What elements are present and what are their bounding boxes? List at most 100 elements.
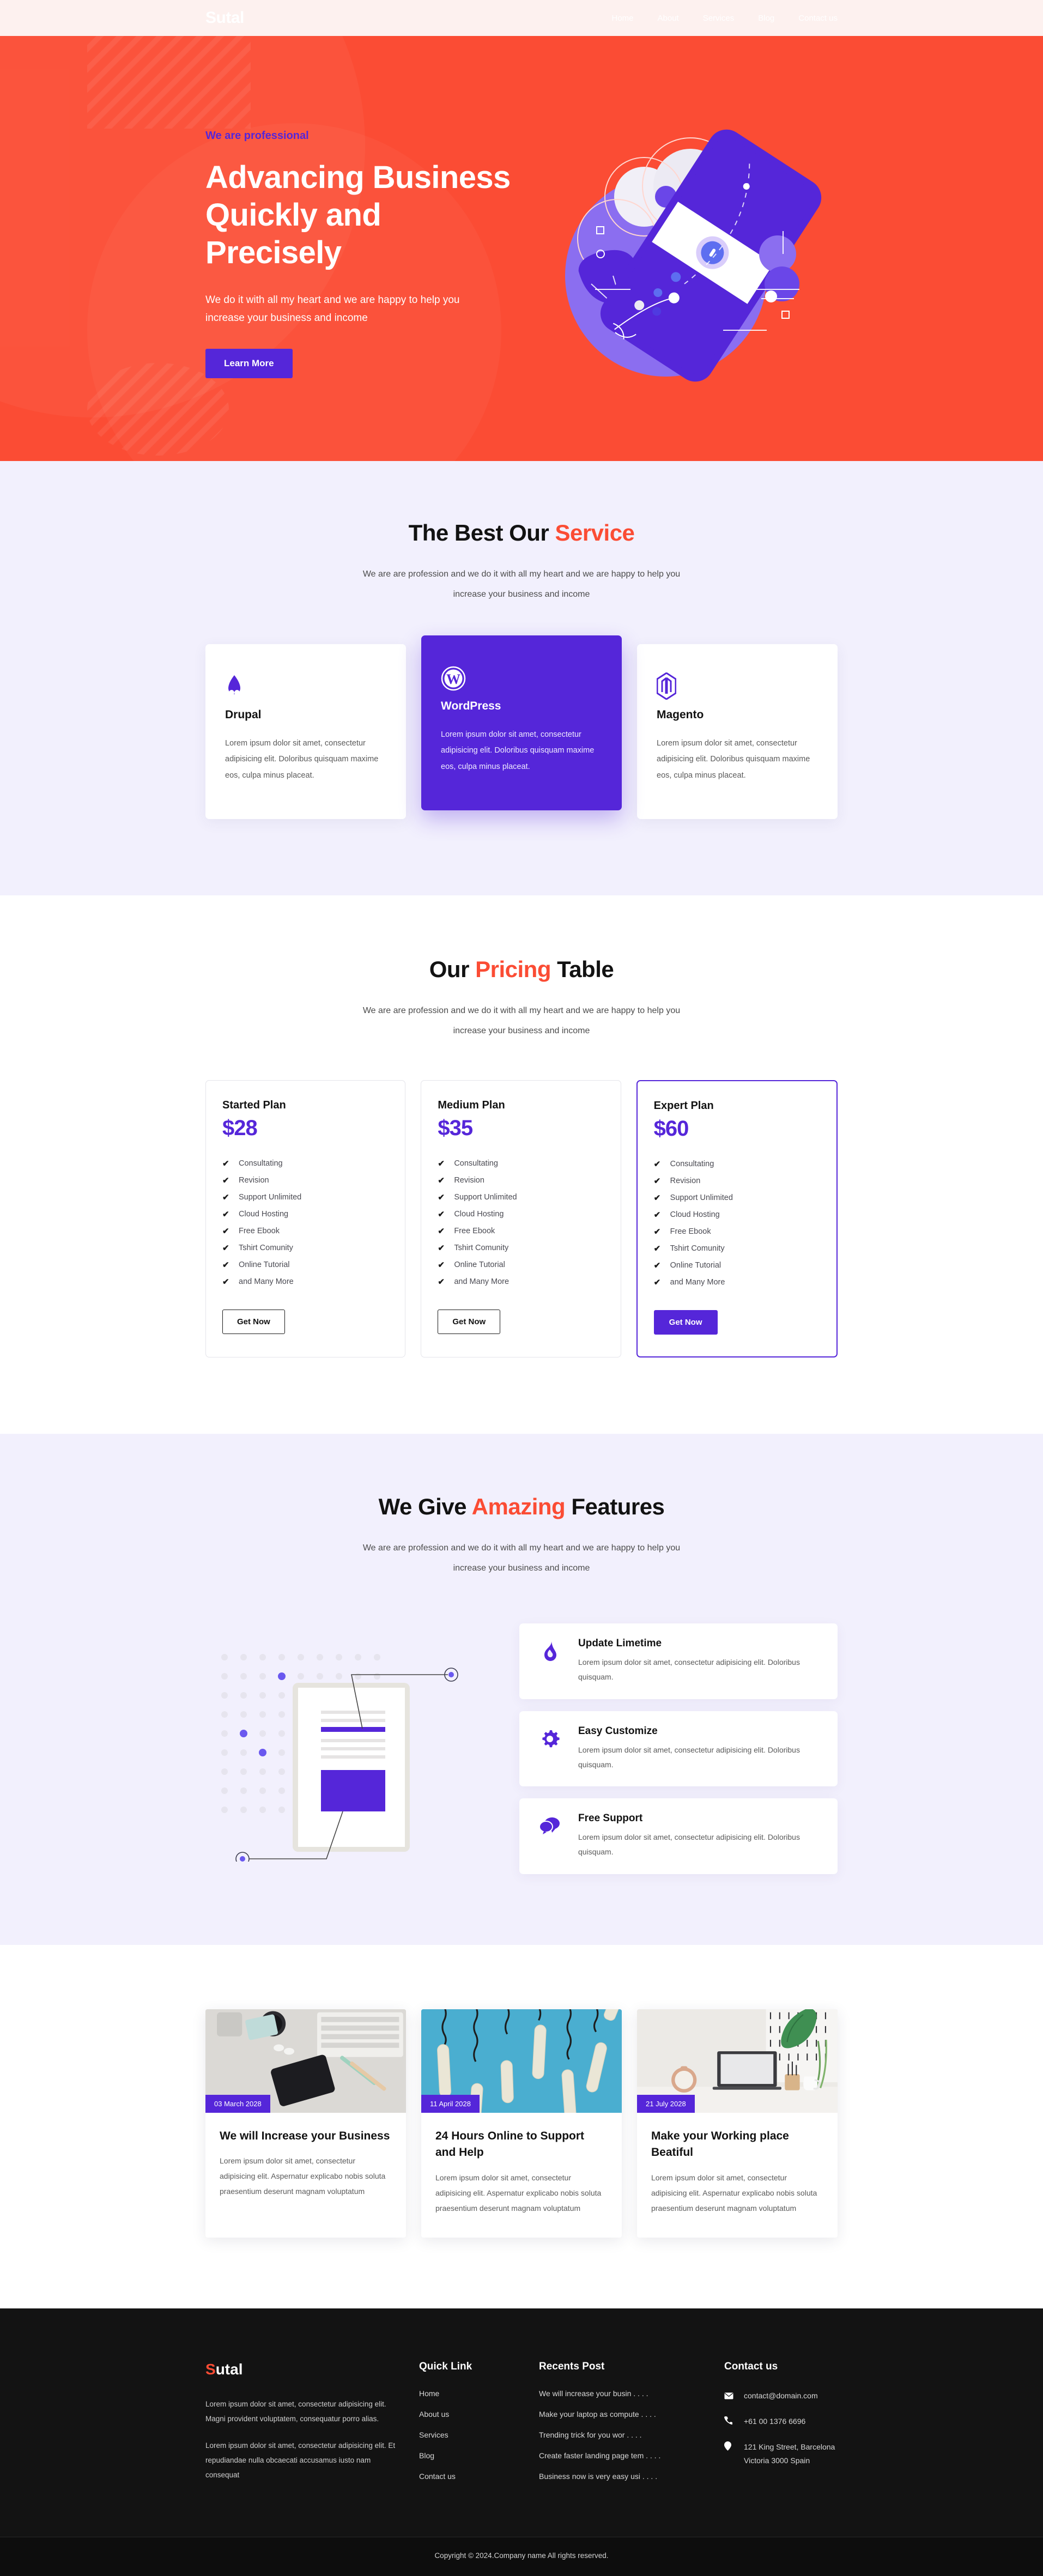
blog-date-badge: 11 April 2028: [421, 2094, 480, 2113]
footer-logo-rest: utal: [215, 2360, 243, 2378]
list-item: Services: [419, 2430, 517, 2440]
features-subtitle-line2: increase your business and income: [453, 1563, 590, 1573]
check-icon: ✔: [653, 1193, 661, 1203]
envelope-icon: [724, 2389, 734, 2404]
feature-card-free-support[interactable]: Free Support Lorem ipsum dolor sit amet,…: [519, 1798, 838, 1874]
list-item: ✔ Cloud Hosting: [438, 1205, 604, 1222]
list-item: ✔ Support Unlimited: [438, 1189, 604, 1205]
footer-contact-email-row: contact@domain.com: [724, 2389, 838, 2404]
footer-recent-post-1[interactable]: We will increase your busin . . . .: [539, 2389, 648, 2398]
footer-contact-heading: Contact us: [724, 2360, 778, 2372]
feature-label: Online Tutorial: [670, 1260, 721, 1270]
pricing-subtitle-line1: We are are profession and we do it with …: [362, 1005, 681, 1015]
check-icon: ✔: [222, 1175, 229, 1185]
list-item: About us: [419, 2410, 517, 2420]
features-title-pre: We Give: [378, 1494, 472, 1520]
check-icon: ✔: [438, 1243, 445, 1253]
check-icon: ✔: [222, 1209, 229, 1219]
learn-more-button[interactable]: Learn More: [205, 349, 293, 379]
check-icon: ✔: [438, 1209, 445, 1219]
list-item: Trending trick for you wor . . . .: [539, 2430, 702, 2440]
list-item: ✔ Revision: [654, 1172, 820, 1189]
nav-item-home[interactable]: Home: [612, 14, 634, 23]
blog-thumbnail-phones: 11 April 2028: [421, 2009, 622, 2136]
feature-label: Consultating: [239, 1159, 283, 1168]
list-item: We will increase your busin . . . .: [539, 2389, 702, 2399]
plan-name: Expert Plan: [653, 1100, 714, 1112]
blog-card[interactable]: 21 July 2028 Make your Working place Bea…: [637, 2009, 838, 2238]
list-item: ✔ Support Unlimited: [654, 1189, 820, 1206]
list-item: ✔ Online Tutorial: [438, 1256, 604, 1273]
footer-about-paragraph-2: Lorem ipsum dolor sit amet, consectetur …: [205, 2441, 396, 2479]
feature-label: Cloud Hosting: [239, 1209, 289, 1219]
footer-recent-post-2[interactable]: Make your laptop as compute . . . .: [539, 2410, 656, 2419]
footer-about-column: Sutal Lorem ipsum dolor sit amet, consec…: [205, 2361, 397, 2494]
features-title-post: Features: [565, 1494, 665, 1520]
check-icon: ✔: [438, 1159, 445, 1168]
list-item: Business now is very easy usi . . . .: [539, 2472, 702, 2482]
service-text: Lorem ipsum dolor sit amet, consectetur …: [441, 730, 595, 772]
list-item: ✔ Free Ebook: [222, 1222, 389, 1239]
service-card-wordpress[interactable]: W WordPress Lorem ipsum dolor sit amet, …: [421, 635, 622, 810]
check-icon: ✔: [438, 1192, 445, 1202]
feature-label: and Many More: [670, 1277, 725, 1287]
footer-link-blog[interactable]: Blog: [419, 2451, 434, 2460]
blog-text: Lorem ipsum dolor sit amet, consectetur …: [435, 2173, 602, 2213]
footer-link-contact-us[interactable]: Contact us: [419, 2472, 456, 2481]
footer-recent-post-3[interactable]: Trending trick for you wor . . . .: [539, 2430, 642, 2439]
footer-link-services[interactable]: Services: [419, 2430, 448, 2439]
footer-link-home[interactable]: Home: [419, 2389, 439, 2398]
blog-card[interactable]: 11 April 2028 24 Hours Online to Support…: [421, 2009, 622, 2238]
list-item: Contact us: [419, 2472, 517, 2482]
footer-logo[interactable]: Sutal: [205, 2361, 397, 2378]
footer-contact-email[interactable]: contact@domain.com: [744, 2389, 818, 2403]
footer-logo-first-letter: S: [205, 2360, 216, 2378]
footer-recent-posts-column: Recents Post We will increase your busin…: [539, 2361, 702, 2494]
feature-label: Free Ebook: [670, 1227, 711, 1236]
pricing-card-medium: Medium Plan $35 ✔ Consultating ✔ Revision …: [421, 1080, 621, 1358]
check-icon: ✔: [438, 1226, 445, 1236]
footer-recent-post-4[interactable]: Create faster landing page tem . . . .: [539, 2451, 660, 2460]
footer-link-about-us[interactable]: About us: [419, 2410, 449, 2419]
blog-card[interactable]: 03 March 2028 We will Increase your Busi…: [205, 2009, 406, 2238]
footer-about-paragraph-1: Lorem ipsum dolor sit amet, consectetur …: [205, 2399, 386, 2423]
footer-contact-phone[interactable]: +61 00 1376 6696: [744, 2415, 805, 2428]
nav-item-services[interactable]: Services: [703, 14, 735, 23]
feature-title: Free Support: [578, 1813, 643, 1825]
feature-label: Cloud Hosting: [670, 1210, 720, 1219]
site-logo[interactable]: Sutal: [205, 9, 244, 27]
blog-text: Lorem ipsum dolor sit amet, consectetur …: [651, 2173, 817, 2213]
features-section: We Give Amazing Features We are are prof…: [0, 1434, 1043, 1945]
get-now-button-expert[interactable]: Get Now: [653, 1310, 718, 1335]
nav-item-blog[interactable]: Blog: [758, 14, 774, 23]
hero-illustration: [527, 96, 832, 401]
list-item: ✔ Free Ebook: [438, 1222, 604, 1239]
footer-recent-post-5[interactable]: Business now is very easy usi . . . .: [539, 2472, 657, 2481]
blog-section: 03 March 2028 We will Increase your Busi…: [0, 1944, 1043, 2308]
hero-kicker: We are professional: [205, 129, 309, 142]
nav-item-contact-us[interactable]: Contact us: [798, 14, 838, 23]
plan-feature-list: ✔ Consultating ✔ Revision ✔ Support Unlimit…: [222, 1155, 389, 1290]
service-card-magento[interactable]: Magento Lorem ipsum dolor sit amet, cons…: [637, 644, 838, 819]
blog-title: Make your Working place Beatiful: [651, 2129, 789, 2159]
nav-item-about[interactable]: About: [658, 14, 679, 23]
magento-icon: [657, 666, 818, 700]
get-now-button-medium[interactable]: Get Now: [438, 1310, 501, 1335]
service-card-drupal[interactable]: Drupal Lorem ipsum dolor sit amet, conse…: [205, 644, 406, 819]
feature-label: Consultating: [454, 1159, 498, 1168]
feature-label: and Many More: [454, 1277, 510, 1286]
feature-card-update-limetime[interactable]: Update Limetime Lorem ipsum dolor sit am…: [519, 1623, 838, 1699]
feature-card-easy-customize[interactable]: Easy Customize Lorem ipsum dolor sit ame…: [519, 1711, 838, 1787]
list-item: Home: [419, 2389, 517, 2399]
pricing-card-expert: Expert Plan $60 ✔ Consultating ✔ Revision …: [636, 1080, 838, 1358]
footer-recent-posts-heading: Recents Post: [539, 2360, 605, 2372]
footer-recent-posts-list: We will increase your busin . . . . Make…: [539, 2389, 702, 2482]
check-icon: ✔: [222, 1260, 229, 1270]
plan-feature-list: ✔ Consultating ✔ Revision ✔ Support Unlimit…: [438, 1155, 604, 1290]
site-header: Sutal Home About Services Blog Contact u…: [0, 0, 1043, 36]
get-now-button-started[interactable]: Get Now: [222, 1310, 285, 1335]
check-icon: ✔: [222, 1159, 229, 1168]
feature-text: Lorem ipsum dolor sit amet, consectetur …: [578, 1833, 800, 1857]
list-item: ✔ Tshirt Comunity: [222, 1239, 389, 1256]
feature-label: Revision: [670, 1176, 701, 1185]
